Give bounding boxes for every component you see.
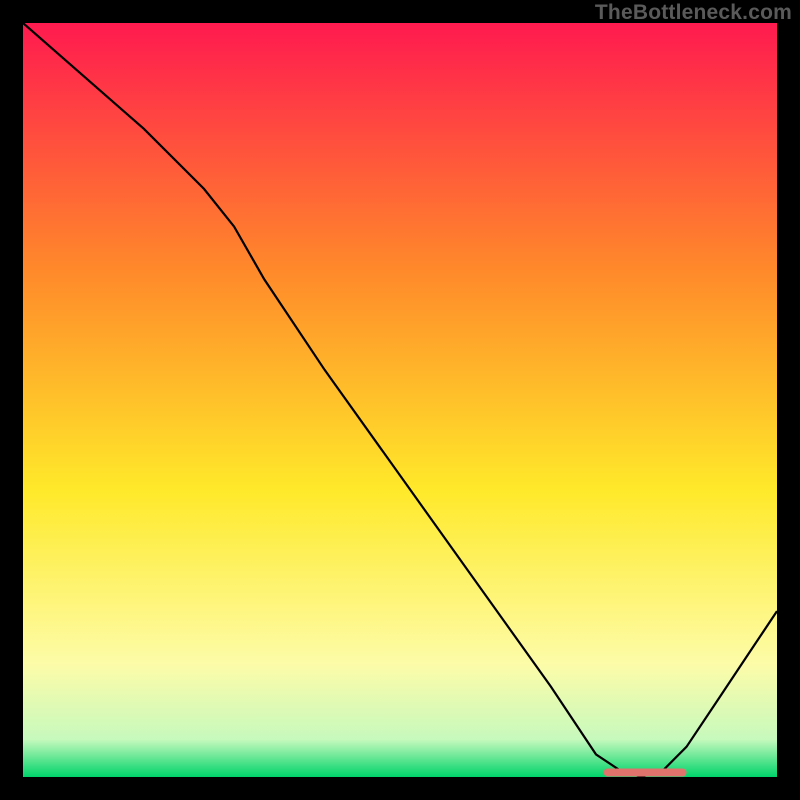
watermark-text: TheBottleneck.com (595, 1, 792, 25)
chart-svg (23, 23, 777, 777)
optimal-range-marker (604, 769, 687, 777)
chart-frame: TheBottleneck.com (0, 0, 800, 800)
chart-plot-area (23, 23, 777, 777)
gradient-background (23, 23, 777, 777)
